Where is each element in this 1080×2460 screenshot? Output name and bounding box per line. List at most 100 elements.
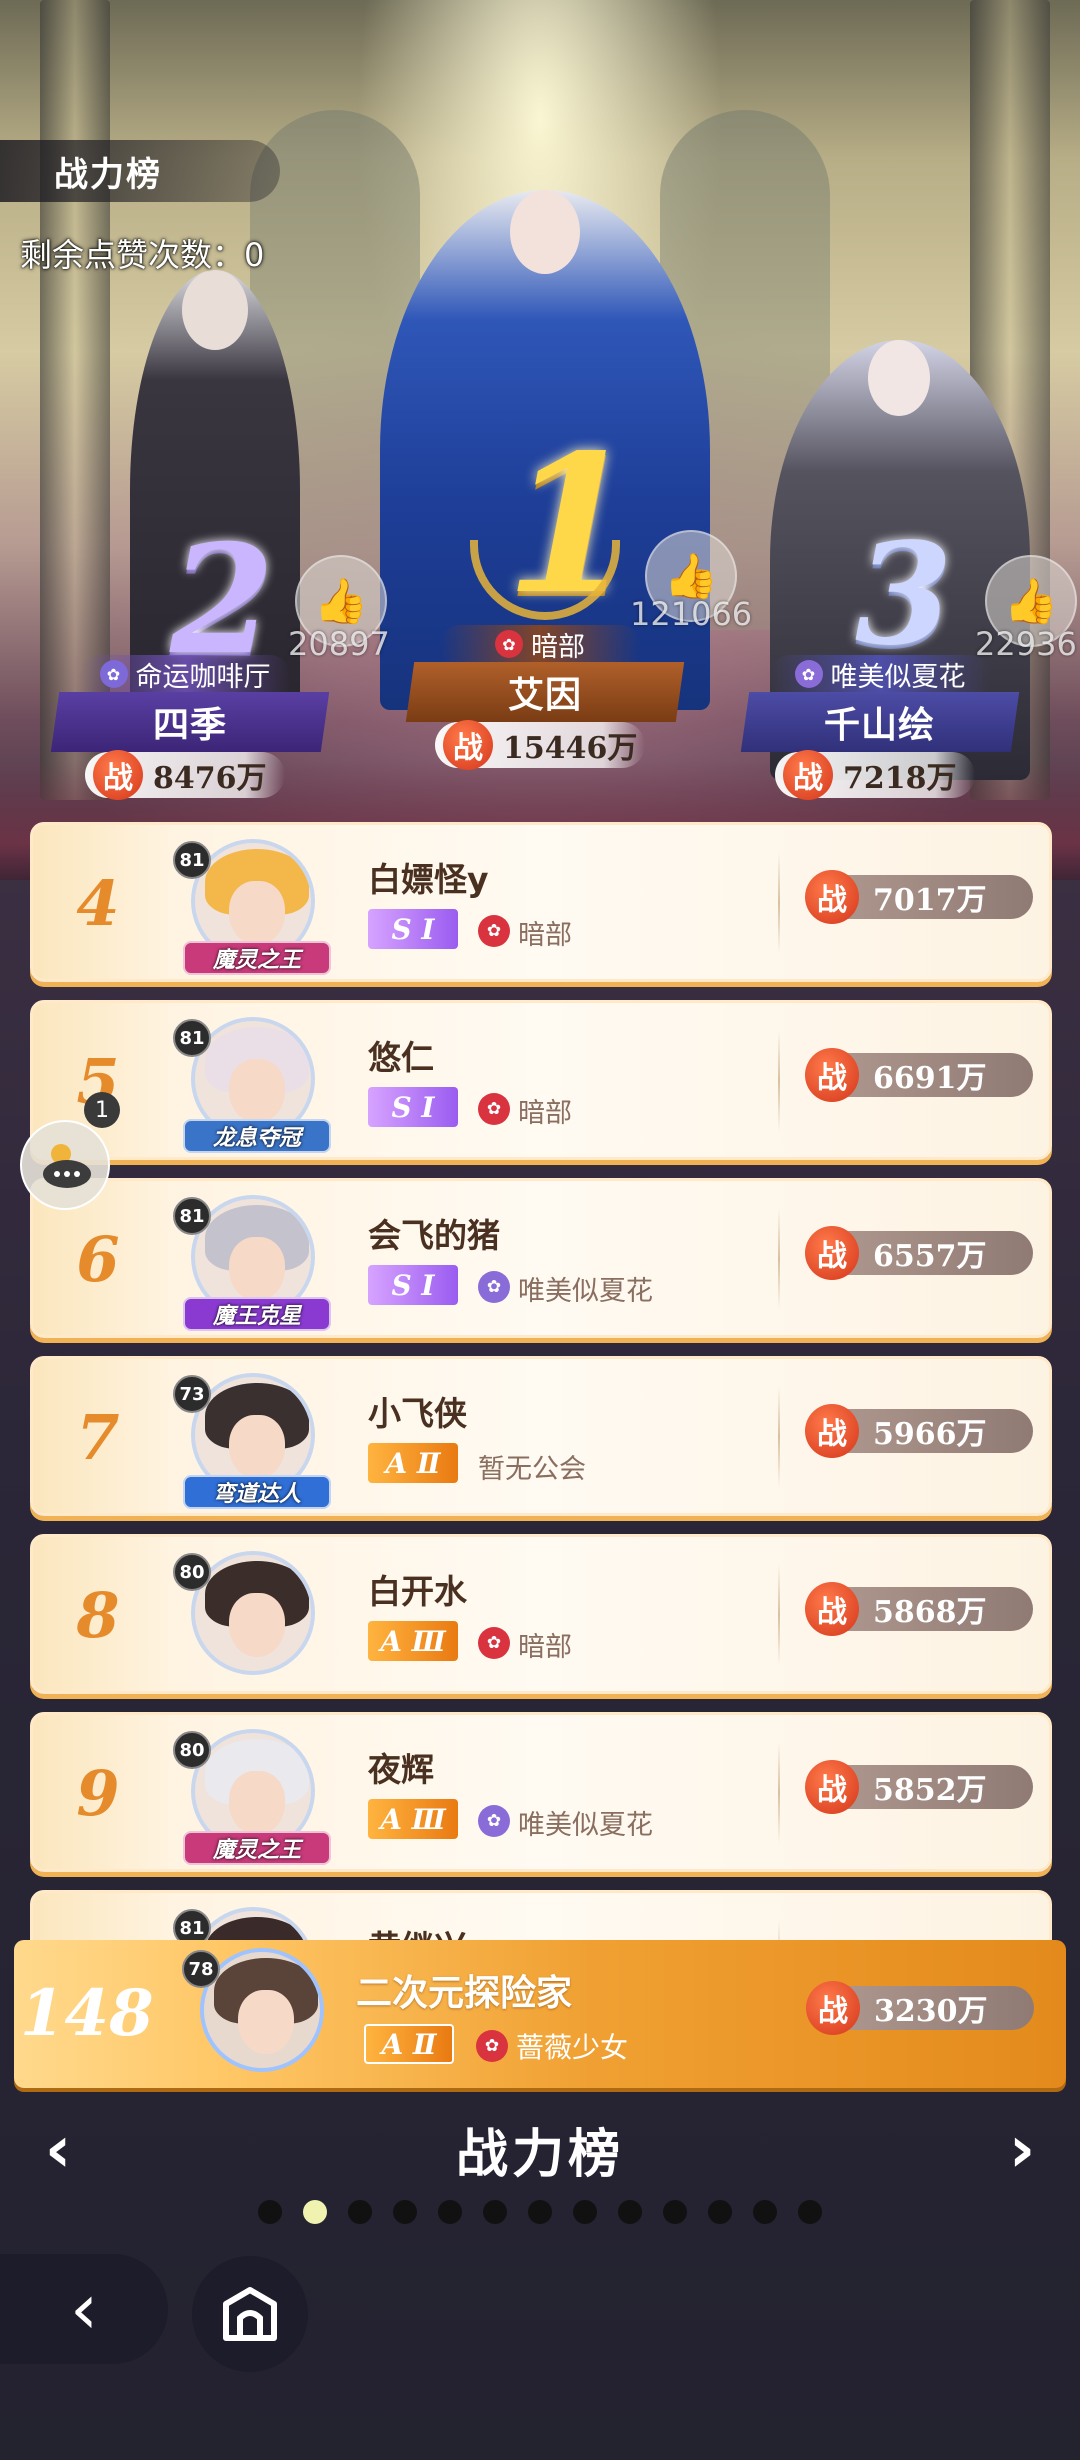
chat-button[interactable]: [20, 1120, 110, 1210]
level-badge: 73: [173, 1375, 211, 1413]
avatar[interactable]: 81 魔王克星: [173, 1189, 333, 1331]
back-arrow-icon: ‹: [70, 2268, 98, 2350]
like-count: 20897: [288, 625, 390, 663]
podium-power: 战 8476万: [85, 750, 285, 800]
chevron-right-icon: ›: [1008, 2113, 1036, 2187]
ranking-row[interactable]: 6 81 魔王克星 会飞的猪 S Ⅰ ✿ 唯美似夏花 战 6557万: [30, 1178, 1052, 1338]
guild-emblem-icon: ✿: [478, 1093, 510, 1125]
level-badge: 81: [173, 1197, 211, 1235]
power-icon: 战: [93, 750, 143, 800]
ranking-row[interactable]: 4 81 魔灵之王 白嫖怪y S Ⅰ ✿ 暗部 战 7017万: [30, 822, 1052, 982]
ranking-row[interactable]: 5 81 龙息夺冠 悠仁 S Ⅰ ✿ 暗部 战 6691万: [30, 1000, 1052, 1160]
level-badge: 78: [182, 1950, 220, 1988]
guild-name: 暗部: [518, 1632, 572, 1663]
avatar[interactable]: 78: [182, 1942, 342, 2082]
page-dot[interactable]: [618, 2200, 642, 2224]
divider: [778, 1031, 780, 1131]
rank-number: 4: [76, 867, 120, 940]
next-tab-button[interactable]: ›: [992, 2118, 1052, 2182]
page-dot[interactable]: [393, 2200, 417, 2224]
power-value: 战 6691万: [805, 1048, 1033, 1102]
power-icon: 战: [805, 870, 859, 924]
home-button[interactable]: [192, 2256, 308, 2372]
title-badge: 弯道达人: [183, 1475, 331, 1509]
guild-name: 唯美似夏花: [518, 1810, 653, 1841]
page-dot[interactable]: [573, 2200, 597, 2224]
power-value: 战 5852万: [805, 1760, 1033, 1814]
my-rank-row[interactable]: 148 78 二次元探险家 A Ⅱ ✿ 蔷薇少女 战 3230万: [14, 1940, 1066, 2088]
guild-name: 暂无公会: [478, 1454, 586, 1485]
home-icon: [223, 2287, 277, 2341]
rank-number: 7: [76, 1401, 120, 1474]
podium-guild-tag: ✿ 暗部: [440, 625, 640, 663]
page-dot[interactable]: [303, 2200, 327, 2224]
power-icon: 战: [805, 1226, 859, 1280]
guild-name: 唯美似夏花: [518, 1276, 653, 1307]
avatar[interactable]: 81 龙息夺冠: [173, 1011, 333, 1153]
podium-name[interactable]: 艾因: [405, 662, 685, 722]
guild-emblem-icon: ✿: [478, 1805, 510, 1837]
power-value: 战 5868万: [805, 1582, 1033, 1636]
power-value: 战 6557万: [805, 1226, 1033, 1280]
tier-badge: S Ⅰ: [368, 1265, 458, 1305]
avatar[interactable]: 80: [173, 1545, 333, 1685]
avatar[interactable]: 81 魔灵之王: [173, 833, 333, 975]
current-board-title: 战力榜: [455, 2125, 624, 2185]
ranking-row[interactable]: 9 80 魔灵之王 夜辉 A Ⅲ ✿ 唯美似夏花 战 5852万: [30, 1712, 1052, 1872]
tier-badge: S Ⅰ: [368, 909, 458, 949]
ranking-row[interactable]: 7 73 弯道达人 小飞侠 A Ⅱ ✿ 暂无公会 战 5966万: [30, 1356, 1052, 1516]
player-name: 夜辉: [368, 1750, 434, 1789]
panel-title: 战力榜: [0, 140, 280, 202]
power-icon: 战: [443, 720, 493, 770]
thumbs-up-icon: 👍: [1003, 576, 1059, 627]
podium-name[interactable]: 四季: [50, 692, 330, 752]
rank-number: 148: [20, 1976, 154, 2051]
podium-guild-tag: ✿ 唯美似夏花: [770, 655, 990, 693]
chat-icon: [43, 1144, 91, 1188]
podium-power: 战 7218万: [775, 750, 975, 800]
player-name: 二次元探险家: [356, 1973, 573, 2014]
divider: [778, 1387, 780, 1487]
level-badge: 81: [173, 841, 211, 879]
level-badge: 80: [173, 1553, 211, 1591]
player-name: 会飞的猪: [368, 1216, 500, 1255]
title-badge: 龙息夺冠: [183, 1119, 331, 1153]
player-name: 小飞侠: [368, 1394, 467, 1433]
rank-number: 9: [76, 1757, 120, 1830]
page-dot[interactable]: [798, 2200, 822, 2224]
avatar[interactable]: 73 弯道达人: [173, 1367, 333, 1509]
guild-emblem-icon: ✿: [99, 660, 128, 688]
page-dot[interactable]: [528, 2200, 552, 2224]
title-badge: 魔灵之王: [183, 1831, 331, 1865]
power-value: 战 3230万: [806, 1981, 1034, 2035]
player-name: 悠仁: [368, 1038, 434, 1077]
guild-emblem-icon: ✿: [794, 660, 823, 688]
page-dot[interactable]: [708, 2200, 732, 2224]
page-dot[interactable]: [438, 2200, 462, 2224]
page-dot[interactable]: [483, 2200, 507, 2224]
thumbs-up-icon: 👍: [313, 576, 369, 627]
podium-rank-number: 2: [170, 512, 275, 688]
back-button[interactable]: ‹: [0, 2254, 168, 2364]
page-dot[interactable]: [258, 2200, 282, 2224]
power-icon: 战: [783, 750, 833, 800]
page-dot[interactable]: [753, 2200, 777, 2224]
guild-emblem-icon: ✿: [495, 630, 523, 658]
like-count: 22936: [975, 625, 1077, 663]
power-value: 战 5966万: [805, 1404, 1033, 1458]
title-badge: 魔王克星: [183, 1297, 331, 1331]
podium-power: 战 15446万: [435, 720, 645, 770]
player-name: 白开水: [368, 1572, 467, 1611]
page-dot[interactable]: [663, 2200, 687, 2224]
ranking-screen: 战力榜 剩余点赞次数：0 2 👍 20897 ✿ 命运咖啡厅 四季 战 8476万…: [0, 0, 1080, 2460]
power-icon: 战: [805, 1760, 859, 1814]
podium-name[interactable]: 千山绘: [740, 692, 1020, 752]
divider: [778, 1743, 780, 1843]
avatar[interactable]: 80 魔灵之王: [173, 1723, 333, 1865]
tier-badge: S Ⅰ: [368, 1087, 458, 1127]
ranking-row[interactable]: 8 80 白开水 A Ⅲ ✿ 暗部 战 5868万: [30, 1534, 1052, 1694]
guild-name: 蔷薇少女: [516, 2031, 629, 2064]
level-badge: 80: [173, 1731, 211, 1769]
like-count: 121066: [630, 595, 753, 633]
page-dot[interactable]: [348, 2200, 372, 2224]
